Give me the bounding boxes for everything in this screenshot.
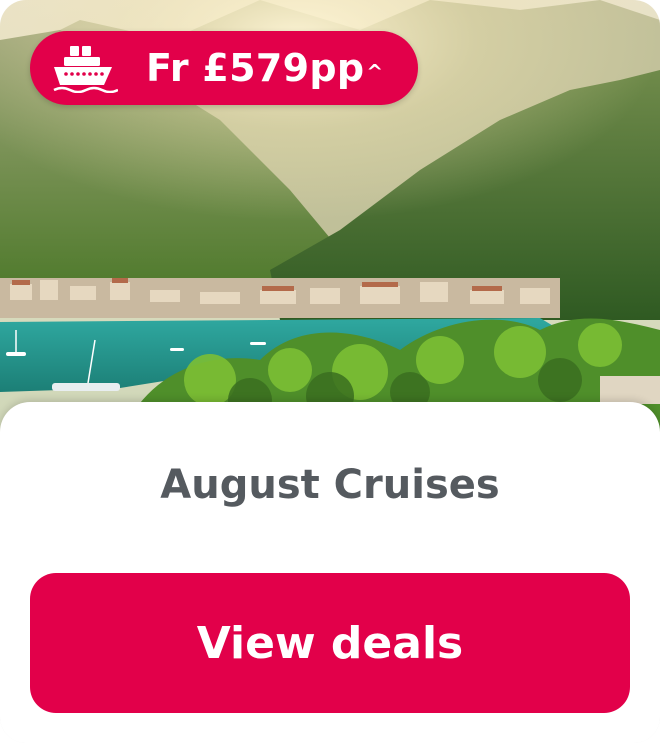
deal-title: August Cruises xyxy=(160,462,500,508)
deal-card[interactable]: Fr £579pp ^ August Cruises View deals xyxy=(0,0,660,743)
price-footnote-marker: ^ xyxy=(366,60,384,84)
view-deals-button[interactable]: View deals xyxy=(30,573,630,713)
ship-icon xyxy=(52,43,119,94)
price-label: Fr £579pp ^ xyxy=(146,46,384,90)
deal-info-panel: August Cruises View deals xyxy=(0,402,660,743)
price-badge: Fr £579pp ^ xyxy=(30,31,418,105)
